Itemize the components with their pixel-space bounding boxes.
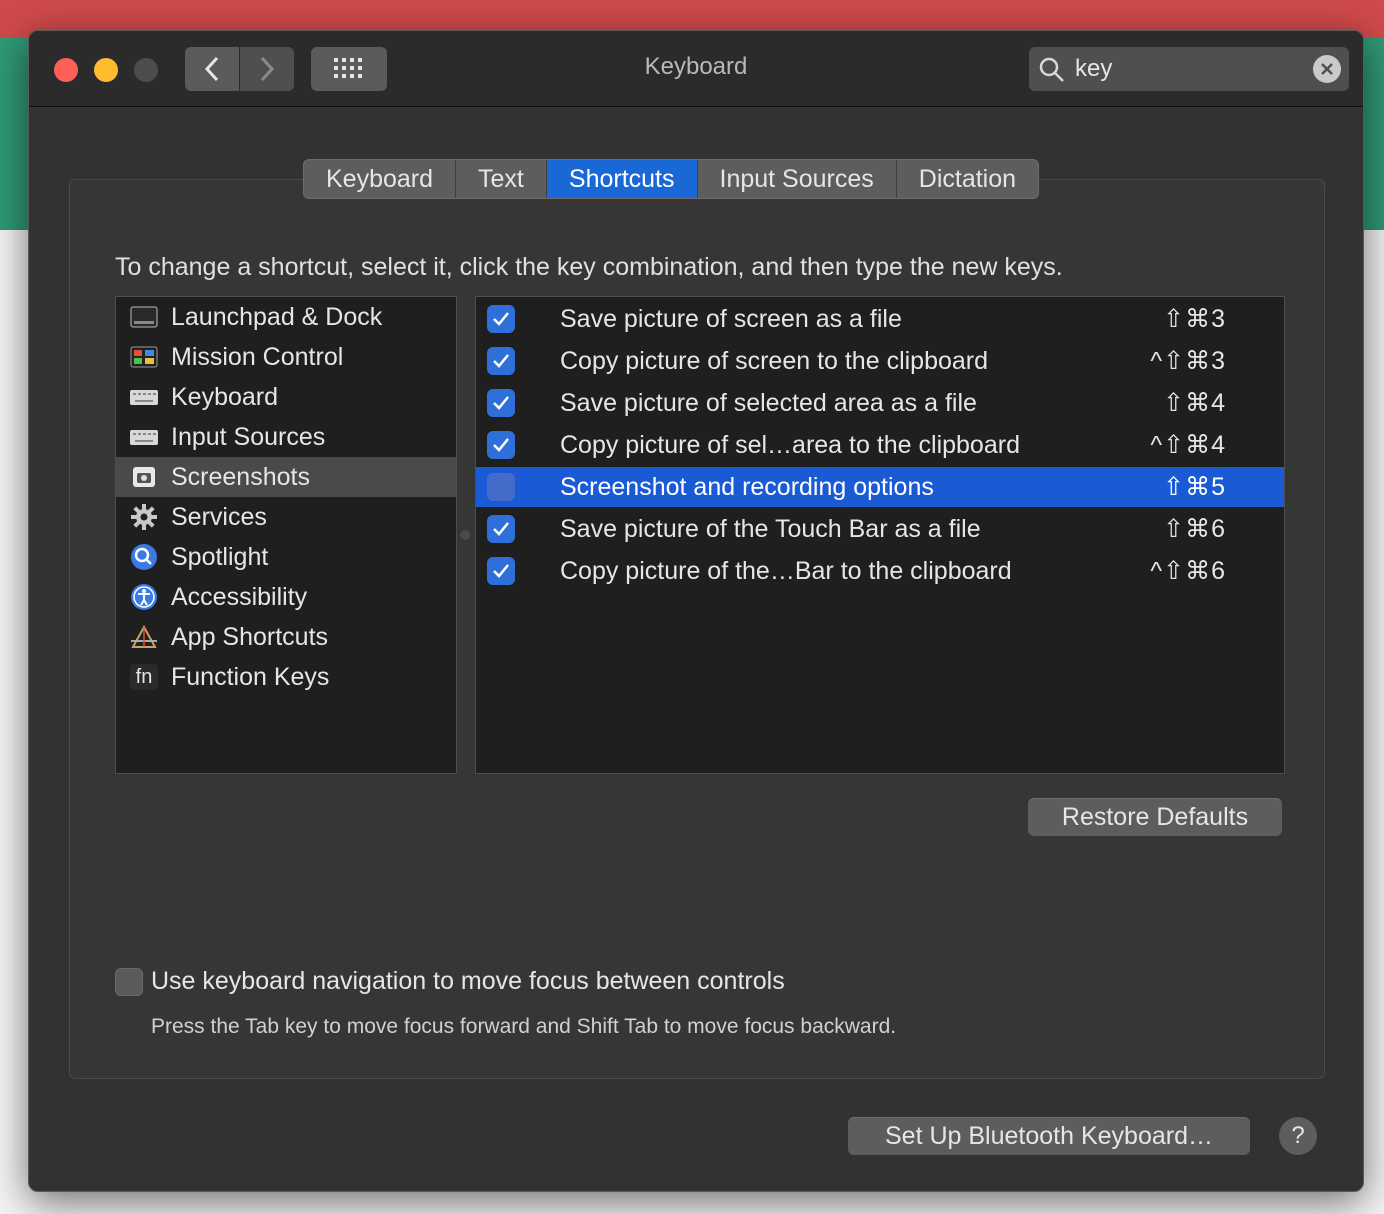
keyboard-preferences-window: Keyboard Keyboard Text Shortcuts Input S…	[28, 30, 1364, 1192]
shortcut-enabled-checkbox[interactable]	[487, 515, 515, 543]
shortcut-label: Copy picture of sel…area to the clipboar…	[560, 430, 1020, 459]
shortcut-row[interactable]: Save picture of the Touch Bar as a file …	[476, 509, 1284, 549]
tab-bar: Keyboard Text Shortcuts Input Sources Di…	[303, 159, 1040, 199]
close-icon	[1321, 63, 1333, 75]
tab-input-sources[interactable]: Input Sources	[698, 160, 897, 198]
checkmark-icon	[493, 564, 509, 578]
category-services[interactable]: Services	[116, 497, 456, 537]
tab-shortcuts[interactable]: Shortcuts	[546, 160, 698, 198]
shortcut-enabled-checkbox[interactable]	[487, 347, 515, 375]
shortcut-enabled-checkbox[interactable]	[487, 473, 515, 501]
category-keyboard[interactable]: Keyboard	[116, 377, 456, 417]
gear-icon	[129, 504, 159, 530]
shortcut-category-list: Launchpad & Dock Mission Control Keyboar…	[115, 296, 457, 774]
shortcuts-list: Save picture of screen as a file ⇧⌘3 Cop…	[475, 296, 1285, 774]
checkmark-icon	[493, 396, 509, 410]
shortcut-keys[interactable]: ^⇧⌘4	[1150, 430, 1226, 460]
category-label: App Shortcuts	[171, 622, 329, 651]
category-label: Accessibility	[171, 582, 308, 611]
category-app-shortcuts[interactable]: App Shortcuts	[116, 617, 456, 657]
mission-control-icon	[129, 344, 159, 370]
category-mission-control[interactable]: Mission Control	[116, 337, 456, 377]
category-function-keys[interactable]: fn Function Keys	[116, 657, 456, 697]
shortcut-keys[interactable]: ⇧⌘3	[1163, 304, 1226, 334]
category-label: Screenshots	[171, 462, 310, 491]
category-screenshots[interactable]: Screenshots	[116, 457, 456, 497]
accessibility-icon	[129, 584, 159, 610]
shortcut-row[interactable]: Copy picture of screen to the clipboard …	[476, 341, 1284, 381]
shortcut-keys[interactable]: ^⇧⌘6	[1150, 556, 1226, 586]
keyboard-navigation-help-text: Press the Tab key to move focus forward …	[151, 1015, 897, 1038]
instructions-text: To change a shortcut, select it, click t…	[115, 253, 1063, 281]
category-label: Mission Control	[171, 342, 344, 371]
help-button[interactable]: ?	[1279, 1117, 1317, 1155]
shortcut-row[interactable]: Save picture of screen as a file ⇧⌘3	[476, 299, 1284, 339]
shortcut-row[interactable]: Save picture of selected area as a file …	[476, 383, 1284, 423]
input-sources-icon	[129, 424, 159, 450]
shortcut-enabled-checkbox[interactable]	[487, 305, 515, 333]
category-input-sources[interactable]: Input Sources	[116, 417, 456, 457]
shortcut-row[interactable]: Copy picture of sel…area to the clipboar…	[476, 425, 1284, 465]
shortcut-enabled-checkbox[interactable]	[487, 389, 515, 417]
category-label: Input Sources	[171, 422, 326, 451]
checkmark-icon	[493, 438, 509, 452]
fn-key-icon: fn	[129, 664, 159, 690]
shortcut-label: Save picture of screen as a file	[560, 304, 902, 333]
shortcut-keys[interactable]: ⇧⌘5	[1163, 472, 1226, 502]
search-field[interactable]	[1029, 47, 1349, 91]
shortcut-label: Save picture of the Touch Bar as a file	[560, 514, 981, 543]
shortcut-enabled-checkbox[interactable]	[487, 431, 515, 459]
shortcut-row[interactable]: Copy picture of the…Bar to the clipboard…	[476, 551, 1284, 591]
checkmark-icon	[493, 354, 509, 368]
launchpad-dock-icon	[129, 304, 159, 330]
shortcut-label: Copy picture of screen to the clipboard	[560, 346, 989, 375]
keyboard-navigation-label[interactable]: Use keyboard navigation to move focus be…	[151, 967, 785, 996]
tab-dictation[interactable]: Dictation	[897, 160, 1038, 198]
shortcut-label: Screenshot and recording options	[560, 472, 934, 501]
restore-defaults-button[interactable]: Restore Defaults	[1028, 798, 1282, 836]
shortcut-keys[interactable]: ⇧⌘6	[1163, 514, 1226, 544]
fn-key-glyph: fn	[130, 664, 158, 690]
category-label: Services	[171, 502, 267, 531]
shortcut-keys[interactable]: ^⇧⌘3	[1150, 346, 1226, 376]
clear-search-icon[interactable]	[1313, 55, 1341, 83]
checkmark-icon	[493, 522, 509, 536]
checkmark-icon	[493, 312, 509, 326]
category-spotlight[interactable]: Spotlight	[116, 537, 456, 577]
tab-text[interactable]: Text	[456, 160, 547, 198]
keyboard-navigation-checkbox[interactable]	[115, 968, 143, 996]
category-accessibility[interactable]: Accessibility	[116, 577, 456, 617]
category-launchpad-dock[interactable]: Launchpad & Dock	[116, 297, 456, 337]
title-bar: Keyboard	[29, 31, 1363, 107]
split-view-divider[interactable]	[460, 530, 470, 540]
search-icon	[1039, 57, 1064, 82]
shortcut-row-selected[interactable]: Screenshot and recording options ⇧⌘5	[476, 467, 1284, 507]
tab-keyboard[interactable]: Keyboard	[304, 160, 457, 198]
category-label: Keyboard	[171, 382, 279, 411]
setup-bluetooth-keyboard-button[interactable]: Set Up Bluetooth Keyboard…	[848, 1117, 1250, 1155]
shortcut-label: Save picture of selected area as a file	[560, 388, 977, 417]
shortcut-enabled-checkbox[interactable]	[487, 557, 515, 585]
shortcut-keys[interactable]: ⇧⌘4	[1163, 388, 1226, 418]
screenshots-icon	[129, 464, 159, 490]
app-shortcuts-icon	[129, 624, 159, 650]
shortcut-label: Copy picture of the…Bar to the clipboard	[560, 556, 1012, 585]
category-label: Function Keys	[171, 662, 330, 691]
category-label: Launchpad & Dock	[171, 302, 383, 331]
spotlight-icon	[129, 544, 159, 570]
category-label: Spotlight	[171, 542, 269, 571]
search-input[interactable]	[1075, 53, 1295, 85]
keyboard-icon	[129, 384, 159, 410]
